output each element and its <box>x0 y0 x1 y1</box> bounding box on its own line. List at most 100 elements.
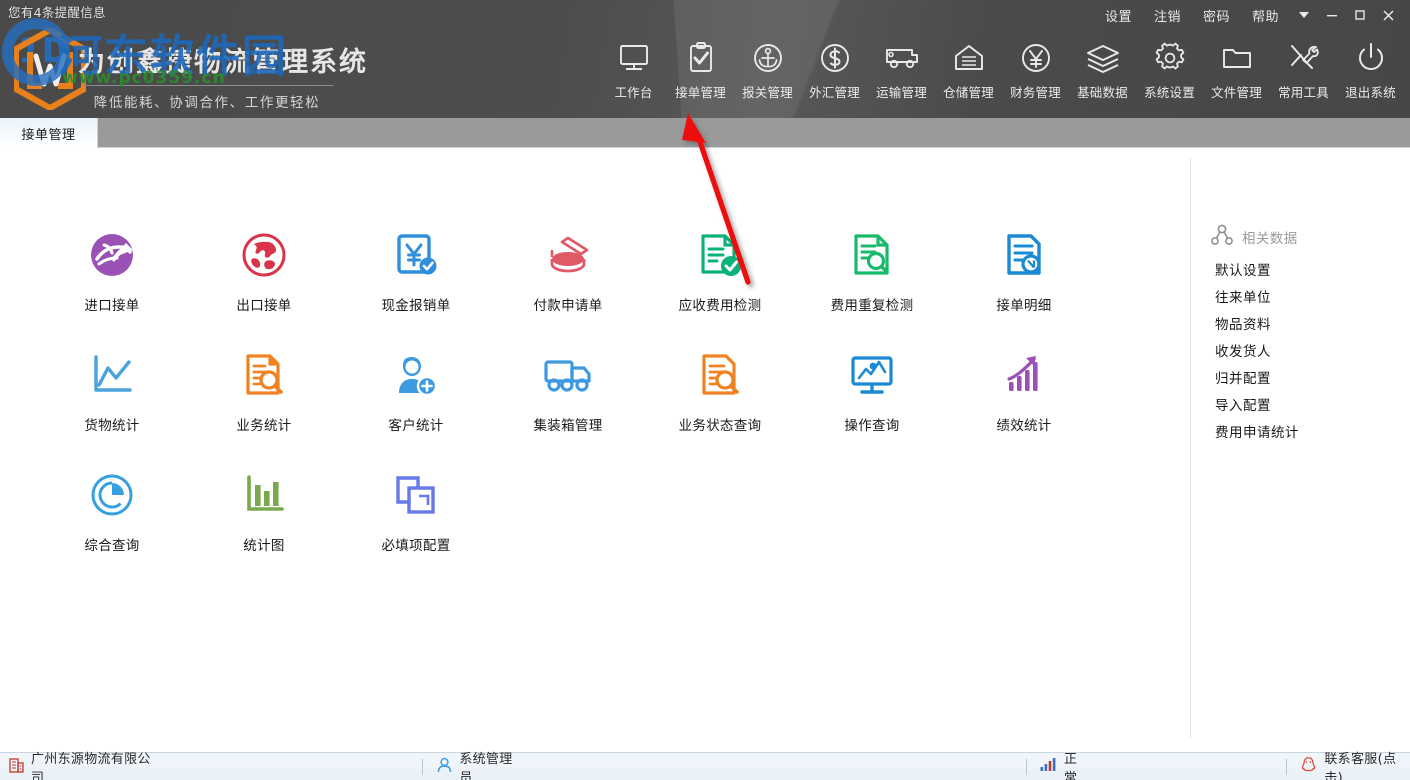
user-add-icon <box>390 346 442 404</box>
nav-item-tools[interactable]: 常用工具 <box>1270 36 1337 101</box>
menu-logout[interactable]: 注销 <box>1143 4 1192 27</box>
tile-order-details[interactable]: 接单明细 <box>948 220 1100 340</box>
main-nav: 工作台 接单管理 报关管理 外汇管理 运输管理 仓储管理 财务管理 基础数据 系… <box>600 36 1404 112</box>
list-item-item-data[interactable]: 物品资料 <box>1215 312 1405 339</box>
list-item-fee-request-statistics[interactable]: 费用申请统计 <box>1215 420 1405 447</box>
nav-label: 接单管理 <box>675 85 726 100</box>
tile-business-statistics[interactable]: 业务统计 <box>188 340 340 460</box>
nav-label: 基础数据 <box>1077 85 1128 100</box>
tile-label: 费用重复检测 <box>830 298 914 314</box>
minimize-button[interactable] <box>1318 3 1346 27</box>
tile-operation-query[interactable]: 操作查询 <box>796 340 948 460</box>
user-name: 系统管理员 <box>459 751 513 780</box>
status-divider-3 <box>1286 758 1288 775</box>
doc-search-icon <box>846 226 898 284</box>
list-item-trading-partners[interactable]: 往来单位 <box>1215 285 1405 312</box>
tile-label: 统计图 <box>243 538 285 554</box>
tile-label: 应收费用检测 <box>678 298 762 314</box>
tile-label: 进口接单 <box>84 298 140 314</box>
chevron-down-icon[interactable] <box>1290 3 1318 27</box>
tile-duplicate-fee-check[interactable]: 费用重复检测 <box>796 220 948 340</box>
nav-item-finance[interactable]: 财务管理 <box>1002 36 1069 101</box>
status-company: 广州东源物流有限公司 <box>9 752 157 780</box>
tile-container-management[interactable]: 集装箱管理 <box>492 340 644 460</box>
tile-label: 绩效统计 <box>996 418 1052 434</box>
folder-icon <box>1220 36 1254 80</box>
nav-item-file-management[interactable]: 文件管理 <box>1203 36 1270 101</box>
signal-bars-icon <box>1040 757 1057 776</box>
tab-order-management[interactable]: 接单管理 <box>0 118 98 148</box>
close-button[interactable] <box>1374 3 1402 27</box>
nav-item-warehouse[interactable]: 仓储管理 <box>935 36 1002 101</box>
related-data-header: 相关数据 <box>1211 224 1298 250</box>
menu-help[interactable]: 帮助 <box>1241 4 1290 27</box>
truck-icon <box>883 36 921 80</box>
tile-customer-statistics[interactable]: 客户统计 <box>340 340 492 460</box>
nav-item-basic-data[interactable]: 基础数据 <box>1069 36 1136 101</box>
related-data-list: 默认设置 往来单位 物品资料 收发货人 归并配置 导入配置 费用申请统计 <box>1215 258 1405 447</box>
tile-performance-statistics[interactable]: 绩效统计 <box>948 340 1100 460</box>
list-item-consignee-shipper[interactable]: 收发货人 <box>1215 339 1405 366</box>
top-menu: 设置 注销 密码 帮助 <box>1094 3 1402 27</box>
status-divider-2 <box>1026 758 1027 775</box>
status-support[interactable]: 联系客服(点击) <box>1300 752 1410 780</box>
nav-item-forex[interactable]: 外汇管理 <box>801 36 868 101</box>
nav-item-customs[interactable]: 报关管理 <box>734 36 801 101</box>
nav-label: 常用工具 <box>1278 85 1329 100</box>
doc-detail-icon <box>998 226 1050 284</box>
nav-label: 工作台 <box>614 85 653 100</box>
tile-label: 业务统计 <box>236 418 292 434</box>
brand-title: 为创鑫捷物流管理系统 <box>78 47 368 78</box>
app-window: 1D 河东软件园 www.pc0359.cn 您有4条提醒信息 为创鑫捷物流管理… <box>0 0 1410 780</box>
nav-item-exit[interactable]: 退出系统 <box>1337 36 1404 101</box>
doc-search-icon-orange <box>694 346 746 404</box>
globe-icon <box>238 226 290 284</box>
monitor-chart-icon <box>846 346 898 404</box>
globe-plane-icon <box>86 226 138 284</box>
tile-export-order[interactable]: 出口接单 <box>188 220 340 340</box>
menu-settings[interactable]: 设置 <box>1094 4 1143 27</box>
gear-icon <box>1153 36 1187 80</box>
nav-item-transport[interactable]: 运输管理 <box>868 36 935 101</box>
menu-password[interactable]: 密码 <box>1192 4 1241 27</box>
list-item-default-settings[interactable]: 默认设置 <box>1215 258 1405 285</box>
main-body: 进口接单 出口接单 现金报销单 付款申请单 应收费用检测 费用重复检测 接单明细… <box>0 148 1410 752</box>
tile-chart[interactable]: 统计图 <box>188 460 340 580</box>
connection-status: 正常 <box>1063 751 1078 780</box>
support-label[interactable]: 联系客服(点击) <box>1324 748 1410 780</box>
maximize-button[interactable] <box>1346 3 1374 27</box>
brand-divider <box>83 85 333 86</box>
status-bar: 广州东源物流有限公司 系统管理员 正常 联系客服(点击) <box>0 752 1410 780</box>
tile-area: 进口接单 出口接单 现金报销单 付款申请单 应收费用检测 费用重复检测 接单明细… <box>0 148 1190 752</box>
tile-label: 付款申请单 <box>533 298 603 314</box>
warehouse-icon <box>952 36 986 80</box>
tile-label: 综合查询 <box>84 538 140 554</box>
list-item-merge-config[interactable]: 归并配置 <box>1215 366 1405 393</box>
related-data-panel: 相关数据 默认设置 往来单位 物品资料 收发货人 归并配置 导入配置 费用申请统… <box>1191 148 1410 752</box>
tile-business-status-query[interactable]: 业务状态查询 <box>644 340 796 460</box>
tile-cash-reimbursement[interactable]: 现金报销单 <box>340 220 492 340</box>
line-chart-icon <box>86 346 138 404</box>
tile-cargo-statistics[interactable]: 货物统计 <box>36 340 188 460</box>
tile-required-field-config[interactable]: 必填项配置 <box>340 460 492 580</box>
nav-item-workbench[interactable]: 工作台 <box>600 36 667 101</box>
nav-label: 系统设置 <box>1144 85 1195 100</box>
person-icon <box>437 757 452 777</box>
tile-comprehensive-query[interactable]: 综合查询 <box>36 460 188 580</box>
list-item-import-config[interactable]: 导入配置 <box>1215 393 1405 420</box>
tile-import-order[interactable]: 进口接单 <box>36 220 188 340</box>
pie-chart-icon <box>86 466 138 524</box>
brand-subtitle: 降低能耗、协调合作、工作更轻松 <box>93 95 321 111</box>
tile-label: 货物统计 <box>84 418 140 434</box>
nav-item-system-settings[interactable]: 系统设置 <box>1136 36 1203 101</box>
tile-payment-request[interactable]: 付款申请单 <box>492 220 644 340</box>
tile-receivable-check[interactable]: 应收费用检测 <box>644 220 796 340</box>
nav-label: 运输管理 <box>876 85 927 100</box>
nav-label: 外汇管理 <box>809 85 860 100</box>
status-connection: 正常 <box>1040 752 1088 780</box>
nav-item-order-management[interactable]: 接单管理 <box>667 36 734 101</box>
tile-label: 现金报销单 <box>381 298 451 314</box>
status-user: 系统管理员 <box>437 752 522 780</box>
reminder-message[interactable]: 您有4条提醒信息 <box>8 2 106 21</box>
app-logo <box>13 26 87 112</box>
